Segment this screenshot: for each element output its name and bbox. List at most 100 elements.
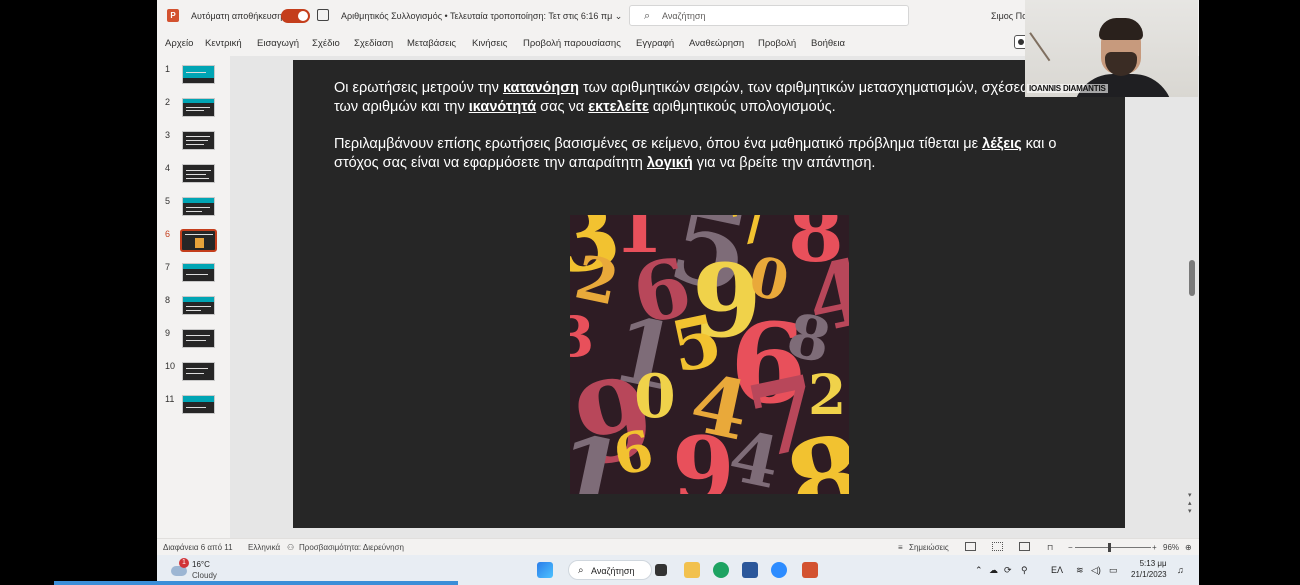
tab-file[interactable]: Αρχείο — [165, 38, 193, 49]
status-bar: Διαφάνεια 6 από 11 Ελληνικά ⚇ Προσβασιμό… — [157, 538, 1199, 555]
thumb-number: 10 — [165, 361, 176, 371]
wifi-icon[interactable]: ≋ — [1076, 565, 1084, 576]
tab-slideshow[interactable]: Προβολή παρουσίασης — [523, 38, 621, 49]
thumb-number: 3 — [165, 130, 171, 140]
input-language[interactable]: ΕΛ — [1051, 565, 1063, 575]
tab-draw[interactable]: Σχέδιο — [312, 38, 340, 49]
slideshow-icon[interactable]: ⊓ — [1047, 543, 1053, 552]
wall-decoration — [1029, 20, 1067, 62]
participant-name: IOANNIS DIAMANTIS — [1027, 84, 1108, 93]
notes-icon[interactable]: ≡ — [898, 543, 903, 552]
slide-sorter-icon[interactable] — [992, 542, 1003, 551]
slide-thumbnail-3[interactable] — [182, 131, 215, 150]
recording-progress-bar — [54, 581, 458, 585]
system-clock[interactable]: 5:13 μμ 21/1/2023 — [1131, 558, 1167, 580]
normal-view-icon[interactable] — [965, 542, 976, 551]
slide-paragraph-1[interactable]: Οι ερωτήσεις μετρούν την κατανόηση των α… — [334, 79, 1094, 117]
save-icon[interactable] — [317, 9, 329, 21]
slide-thumbnail-4[interactable] — [182, 164, 215, 183]
slide-thumbnail-11[interactable] — [182, 395, 215, 414]
zoom-in-button[interactable]: + — [1152, 543, 1157, 552]
person-hair — [1099, 18, 1143, 40]
text: αριθμητικούς υπολογισμούς. — [648, 99, 836, 115]
slide-thumbnail-1[interactable] — [182, 65, 215, 84]
sync-icon[interactable]: ⟳ — [1004, 565, 1012, 576]
numbers-pattern-image[interactable]: 3157826904315689047216948 — [570, 215, 849, 494]
microphone-icon[interactable]: ⚲ — [1021, 565, 1028, 576]
account-name[interactable]: Σιμος Πο — [991, 11, 1027, 21]
search-icon: ⌕ — [578, 565, 584, 576]
word-icon[interactable] — [742, 562, 758, 578]
fit-slide-icon[interactable]: ⊕ — [1185, 543, 1192, 552]
decorative-digit: 3 — [570, 304, 595, 369]
current-slide[interactable]: Οι ερωτήσεις μετρούν την κατανόηση των α… — [293, 60, 1125, 528]
thumb-number: 9 — [165, 328, 171, 338]
document-title[interactable]: Αριθμητικός Συλλογισμός • Τελευταία τροπ… — [341, 11, 622, 22]
slide-thumbnail-6[interactable] — [180, 229, 217, 252]
zoom-out-button[interactable]: − — [1068, 543, 1073, 552]
slide-paragraph-2[interactable]: Περιλαμβάνουν επίσης ερωτήσεις βασισμένε… — [334, 135, 1094, 173]
tab-review[interactable]: Αναθεώρηση — [689, 38, 744, 49]
start-windows-icon[interactable] — [537, 562, 553, 578]
search-input[interactable]: ⌕ Αναζήτηση — [629, 5, 909, 26]
thumb-number: 4 — [165, 163, 171, 173]
clock-time: 5:13 μμ — [1139, 559, 1167, 568]
slide-thumbnail-8[interactable] — [182, 296, 215, 315]
powerpoint-taskbar-icon[interactable] — [802, 562, 818, 578]
tab-transitions[interactable]: Μεταβάσεις — [407, 38, 456, 49]
clock-date: 21/1/2023 — [1131, 570, 1167, 579]
thumb-number: 2 — [165, 97, 171, 107]
tab-animations[interactable]: Κινήσεις — [472, 38, 507, 49]
slide-thumbnail-7[interactable] — [182, 263, 215, 282]
slide-thumbnails-pane: 1 2 3 4 5 6 7 8 9 10 11 — [157, 56, 230, 538]
thumb-number: 11 — [165, 394, 175, 404]
accessibility-icon[interactable]: ⚇ — [287, 543, 294, 552]
webcam-video-tile: IOANNIS DIAMANTIS — [1025, 0, 1198, 97]
text: για να βρείτε την απάντηση. — [692, 155, 876, 171]
emphasis-text: κατανόηση — [502, 80, 580, 96]
battery-icon[interactable]: ▭ — [1109, 565, 1118, 576]
file-explorer-icon[interactable] — [684, 562, 700, 578]
thumb-number: 1 — [165, 64, 171, 74]
tab-record[interactable]: Εγγραφή — [636, 38, 674, 49]
thumb-image — [195, 238, 204, 248]
tab-insert[interactable]: Εισαγωγή — [257, 38, 299, 49]
zoom-slider-thumb[interactable] — [1108, 543, 1111, 552]
tab-home[interactable]: Κεντρική — [205, 38, 242, 49]
zoom-level[interactable]: 96% — [1163, 543, 1179, 552]
zoom-slider[interactable] — [1075, 547, 1151, 548]
slide-counter: Διαφάνεια 6 από 11 — [163, 543, 233, 552]
weather-condition: Cloudy — [192, 571, 217, 580]
search-placeholder: Αναζήτηση — [662, 11, 706, 21]
slide-thumbnail-9[interactable] — [182, 329, 215, 348]
slide-thumbnail-2[interactable] — [182, 98, 215, 117]
slide-thumbnail-10[interactable] — [182, 362, 215, 381]
thumb-number: 8 — [165, 295, 171, 305]
accessibility-status[interactable]: Προσβασιμότητα: Διερεύνηση — [299, 543, 404, 552]
slide-nav-arrows-icon[interactable]: ▾ ▴ ▾ — [1188, 492, 1192, 516]
vertical-scrollbar[interactable] — [1189, 260, 1195, 296]
slide-thumbnail-5[interactable] — [182, 197, 215, 216]
onedrive-icon[interactable]: ☁ — [989, 565, 998, 576]
tab-help[interactable]: Βοήθεια — [811, 38, 845, 49]
notification-bell-icon[interactable]: ♫ — [1177, 565, 1184, 575]
notes-button[interactable]: Σημειώσεις — [909, 543, 949, 552]
tab-view[interactable]: Προβολή — [758, 38, 796, 49]
edge-browser-icon[interactable] — [713, 562, 729, 578]
text: σας να — [536, 99, 589, 115]
tray-overflow-icon[interactable]: ⌃ — [975, 565, 983, 576]
notification-badge: 1 — [179, 558, 189, 568]
slide-canvas: Οι ερωτήσεις μετρούν την κατανόηση των α… — [230, 56, 1199, 538]
powerpoint-logo-icon: P — [167, 9, 179, 22]
tab-design[interactable]: Σχεδίαση — [354, 38, 393, 49]
task-view-icon[interactable] — [655, 564, 667, 576]
autosave-toggle[interactable] — [281, 9, 310, 23]
emphasis-text: ικανότητά — [468, 99, 537, 115]
thumb-number: 5 — [165, 196, 171, 206]
reading-view-icon[interactable] — [1019, 542, 1030, 551]
text: Περιλαμβάνουν επίσης ερωτήσεις βασισμένε… — [334, 136, 983, 152]
volume-icon[interactable]: ◁) — [1091, 565, 1101, 576]
taskbar-search[interactable]: ⌕ Αναζήτηση — [568, 560, 652, 580]
zoom-app-icon[interactable] — [771, 562, 787, 578]
language-indicator[interactable]: Ελληνικά — [248, 543, 280, 552]
